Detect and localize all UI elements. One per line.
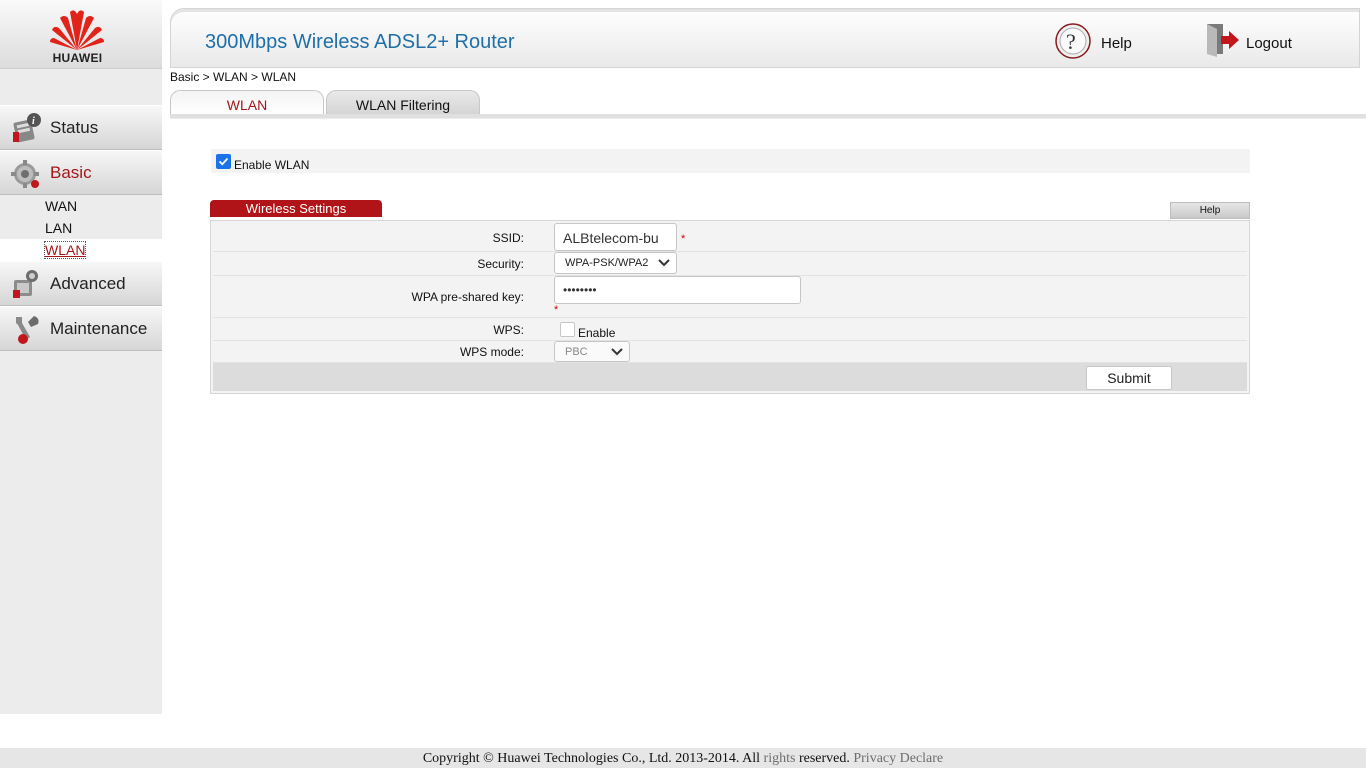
wps-mode-row: WPS mode: PBC: [213, 341, 1247, 363]
logout-icon: [1207, 24, 1239, 57]
wps-row: WPS: Enable: [213, 318, 1247, 341]
security-label: Security:: [477, 257, 524, 271]
header: 300Mbps Wireless ADSL2+ Router ? Help Lo…: [162, 0, 1366, 70]
wpa-key-input[interactable]: ••••••••: [554, 276, 801, 304]
svg-text:i: i: [32, 116, 35, 127]
svg-text:?: ?: [1066, 29, 1076, 54]
wireless-settings-help-button[interactable]: Help: [1170, 202, 1250, 219]
sidebar-item-label: Status: [50, 118, 99, 137]
chevron-down-icon: [658, 259, 670, 267]
wpa-key-label: WPA pre-shared key:: [411, 290, 525, 304]
enable-wlan-label: Enable WLAN: [234, 158, 310, 172]
privacy-declare-link[interactable]: Privacy Declare: [853, 751, 943, 766]
wpa-key-row: WPA pre-shared key: •••••••• *: [213, 276, 1247, 318]
tab-wlan[interactable]: WLAN: [170, 90, 324, 115]
sidebar-subitem-lan[interactable]: LAN: [0, 217, 162, 239]
sidebar-subitem-wlan[interactable]: WLAN: [0, 239, 162, 261]
sidebar-item-status[interactable]: i Status: [0, 105, 162, 150]
breadcrumb: Basic > WLAN > WLAN: [170, 70, 297, 84]
maintenance-icon: [16, 316, 39, 344]
wireless-settings-panel: SSID: ALBtelecom-bu * Security: WPA-PSK/…: [210, 220, 1250, 394]
wps-mode-label: WPS mode:: [459, 345, 524, 359]
footer-copyright: Copyright © Huawei Technologies Co., Ltd…: [422, 751, 761, 766]
brand-name: HUAWEI: [52, 51, 103, 65]
wpa-key-value: ••••••••: [563, 283, 597, 297]
checkmark-icon: [218, 157, 229, 166]
sidebar-item-maintenance[interactable]: Maintenance: [0, 306, 162, 351]
sidebar-item-basic[interactable]: Basic: [0, 150, 162, 195]
basic-submenu: WAN LAN WLAN: [0, 195, 162, 261]
wps-mode-value: PBC: [565, 346, 588, 358]
huawei-logo: HUAWEI: [0, 0, 162, 69]
chevron-down-icon: [611, 348, 623, 356]
header-bar: 300Mbps Wireless ADSL2+ Router ? Help Lo…: [170, 8, 1360, 68]
gear-icon: [11, 160, 39, 188]
ssid-value: ALBtelecom-bu: [563, 230, 659, 246]
logout-label: Logout: [1246, 35, 1292, 52]
advanced-icon: [13, 270, 38, 298]
security-select[interactable]: WPA-PSK/WPA2: [554, 252, 677, 274]
sidebar-item-label: Basic: [50, 163, 92, 182]
submit-bar: Submit: [213, 363, 1247, 391]
sidebar-item-label: Advanced: [50, 274, 126, 293]
sidebar: HUAWEI i Status Basic WAN LAN WLAN Advan…: [0, 0, 162, 714]
tab-divider: [170, 114, 1366, 119]
page-title: 300Mbps Wireless ADSL2+ Router: [205, 31, 515, 53]
help-icon: ?: [1055, 23, 1091, 59]
security-value: WPA-PSK/WPA2: [565, 257, 649, 269]
sidebar-subitem-wan[interactable]: WAN: [0, 195, 162, 217]
wpa-key-required-mark: *: [554, 304, 559, 316]
wps-enable-label: Enable: [578, 326, 616, 340]
wps-label: WPS:: [493, 323, 524, 337]
huawei-logo-icon: [50, 10, 104, 50]
security-row: Security: WPA-PSK/WPA2: [213, 252, 1247, 276]
sidebar-item-advanced[interactable]: Advanced: [0, 261, 162, 306]
submit-button[interactable]: Submit: [1086, 366, 1172, 390]
wps-mode-select[interactable]: PBC: [554, 341, 630, 362]
enable-wlan-row: Enable WLAN: [211, 149, 1250, 173]
wps-enable-checkbox[interactable]: [560, 322, 575, 337]
help-label: Help: [1101, 35, 1132, 52]
sidebar-subitem-wlan-label: WLAN: [43, 241, 87, 259]
ssid-row: SSID: ALBtelecom-bu *: [213, 221, 1247, 252]
ssid-input[interactable]: ALBtelecom-bu: [554, 223, 677, 251]
enable-wlan-checkbox[interactable]: [216, 154, 231, 169]
footer-rights: rights: [763, 751, 796, 766]
wireless-settings-title: Wireless Settings: [210, 200, 382, 217]
sidebar-item-label: Maintenance: [50, 319, 148, 338]
footer: Copyright © Huawei Technologies Co., Ltd…: [0, 748, 1366, 768]
ssid-label: SSID:: [492, 231, 524, 245]
status-icon: i: [13, 113, 41, 143]
ssid-required-mark: *: [681, 233, 686, 245]
footer-reserved: reserved.: [798, 751, 850, 766]
tab-wlan-filtering[interactable]: WLAN Filtering: [326, 90, 480, 115]
